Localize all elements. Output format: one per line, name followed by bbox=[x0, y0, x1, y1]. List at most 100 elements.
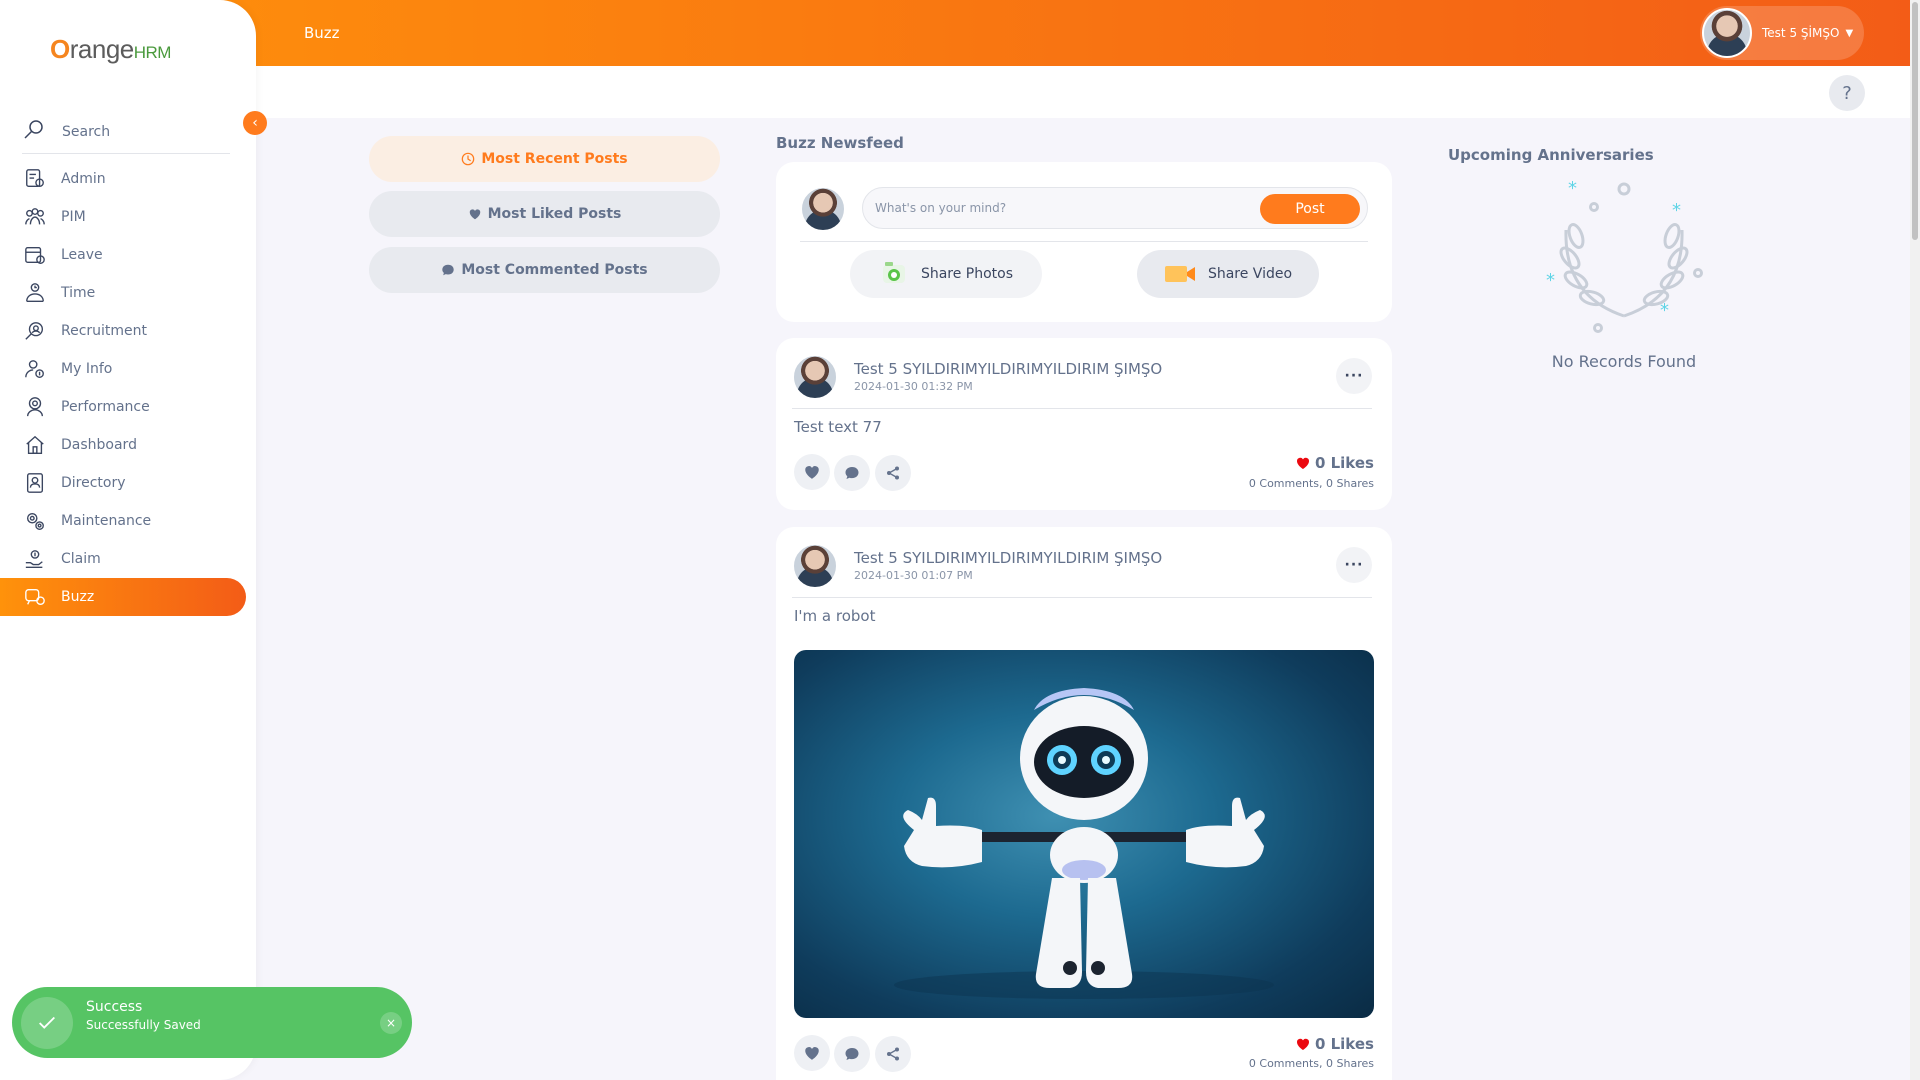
share-icon bbox=[887, 466, 899, 480]
page-scrollbar[interactable] bbox=[1910, 0, 1920, 1080]
sidebar-item-admin[interactable]: Admin bbox=[0, 160, 256, 198]
share-photos-label: Share Photos bbox=[920, 266, 1014, 282]
laurel-wreath-icon: * * * * bbox=[1546, 178, 1703, 333]
sidebar-search[interactable]: Search bbox=[22, 110, 230, 154]
help-button[interactable]: ? bbox=[1829, 75, 1865, 111]
post-stats: 0 Comments, 0 Shares bbox=[1248, 1057, 1374, 1070]
sidebar-item-pim[interactable]: PIM bbox=[0, 198, 256, 236]
main-menu: Admin PIM Leave Time Recruitment My Info… bbox=[0, 160, 256, 616]
svg-text:*: * bbox=[1660, 300, 1669, 321]
heart-icon bbox=[805, 1047, 819, 1060]
sidebar-item-directory[interactable]: Directory bbox=[0, 464, 256, 502]
share-photos-button[interactable]: Share Photos bbox=[850, 250, 1042, 298]
sidebar-item-leave[interactable]: Leave bbox=[0, 236, 256, 274]
user-avatar bbox=[1702, 8, 1752, 58]
sidebar-item-dashboard[interactable]: Dashboard bbox=[0, 426, 256, 464]
success-toast: Success Successfully Saved × bbox=[12, 987, 412, 1058]
most-commented-posts-label: Most Commented Posts bbox=[461, 262, 648, 278]
composer-avatar bbox=[800, 186, 846, 232]
toast-title: Success bbox=[86, 999, 143, 1015]
sub-header bbox=[256, 66, 1920, 118]
no-records-message: No Records Found bbox=[1551, 352, 1697, 371]
heart-icon bbox=[805, 466, 819, 479]
divider bbox=[792, 408, 1372, 409]
sidebar-collapse-button[interactable]: ‹ bbox=[243, 111, 267, 135]
post-input-placeholder: What's on your mind? bbox=[875, 201, 1007, 215]
sidebar-item-label: Maintenance bbox=[61, 513, 152, 529]
likes-label: 0 Likes bbox=[1314, 454, 1374, 472]
share-video-button[interactable]: Share Video bbox=[1137, 250, 1319, 298]
post-image[interactable] bbox=[794, 650, 1374, 1018]
buzz-icon bbox=[22, 584, 48, 610]
sidebar-item-label: Performance bbox=[61, 399, 150, 415]
search-label: Search bbox=[62, 123, 111, 140]
post-author: Test 5 SYILDIRIMYILDIRIMYILDIRIM ŞIMŞO bbox=[854, 360, 1163, 378]
anniversaries-title: Upcoming Anniversaries bbox=[1448, 146, 1654, 164]
like-button[interactable] bbox=[794, 454, 830, 490]
sidebar-item-label: Dashboard bbox=[61, 437, 137, 453]
sidebar-item-my-info[interactable]: My Info bbox=[0, 350, 256, 388]
sidebar-item-label: My Info bbox=[61, 361, 113, 377]
most-liked-posts-label: Most Liked Posts bbox=[487, 206, 622, 222]
post-input[interactable]: What's on your mind? Post bbox=[862, 187, 1368, 229]
comment-button[interactable] bbox=[834, 1036, 870, 1072]
sidebar-item-label: Admin bbox=[61, 171, 106, 187]
most-liked-posts-button[interactable]: Most Liked Posts bbox=[369, 191, 720, 237]
most-commented-posts-button[interactable]: Most Commented Posts bbox=[369, 247, 720, 293]
pim-icon bbox=[22, 204, 48, 230]
sidebar-item-buzz[interactable]: Buzz bbox=[0, 578, 246, 616]
comment-button[interactable] bbox=[834, 455, 870, 491]
sidebar-item-maintenance[interactable]: Maintenance bbox=[0, 502, 256, 540]
leave-icon bbox=[22, 242, 48, 268]
author-avatar bbox=[792, 543, 838, 589]
clock-icon bbox=[461, 152, 475, 166]
likes-count: 0 Likes bbox=[1295, 454, 1374, 472]
newsfeed-title: Buzz Newsfeed bbox=[776, 134, 904, 152]
scrollbar-thumb[interactable] bbox=[1912, 2, 1918, 240]
svg-text:*: * bbox=[1568, 178, 1577, 199]
comments-count[interactable]: 0 Comments bbox=[1249, 477, 1319, 490]
close-icon[interactable]: × bbox=[380, 1012, 402, 1034]
divider bbox=[800, 241, 1368, 242]
post-button[interactable]: Post bbox=[1260, 194, 1360, 224]
author-avatar bbox=[792, 354, 838, 400]
post-stats: 0 Comments, 0 Shares bbox=[1248, 477, 1374, 490]
share-button[interactable] bbox=[875, 1036, 911, 1072]
user-dropdown[interactable]: Test 5 ŞİMŞO ▼ bbox=[1700, 6, 1864, 60]
chevron-down-icon: ▼ bbox=[1845, 27, 1854, 39]
post-options-button[interactable]: ··· bbox=[1336, 358, 1372, 394]
post-card: Test 5 SYILDIRIMYILDIRIMYILDIRIM ŞIMŞO 2… bbox=[776, 527, 1392, 1080]
shares-count[interactable]: 0 Shares bbox=[1326, 477, 1374, 490]
divider bbox=[792, 597, 1372, 598]
time-icon bbox=[22, 280, 48, 306]
comments-count[interactable]: 0 Comments bbox=[1249, 1057, 1319, 1070]
sidebar-item-label: Recruitment bbox=[61, 323, 148, 339]
comment-icon bbox=[845, 467, 859, 479]
post-options-button[interactable]: ··· bbox=[1336, 547, 1372, 583]
video-camera-icon bbox=[1164, 263, 1196, 285]
like-button[interactable] bbox=[794, 1035, 830, 1071]
dashboard-icon bbox=[22, 432, 48, 458]
sidebar: OrangeHRM Search Admin PIM Leave Time Re… bbox=[0, 0, 256, 1080]
toast-message: Successfully Saved bbox=[86, 1018, 201, 1032]
heart-icon bbox=[1295, 455, 1311, 471]
likes-label: 0 Likes bbox=[1314, 1035, 1374, 1053]
directory-icon bbox=[22, 470, 48, 496]
sidebar-item-time[interactable]: Time bbox=[0, 274, 256, 312]
orangehrm-logo[interactable]: OrangeHRM bbox=[50, 34, 171, 65]
share-button[interactable] bbox=[875, 455, 911, 491]
sidebar-item-label: Time bbox=[61, 285, 96, 301]
admin-icon bbox=[22, 166, 48, 192]
sidebar-item-recruitment[interactable]: Recruitment bbox=[0, 312, 256, 350]
sidebar-item-claim[interactable]: Claim bbox=[0, 540, 256, 578]
share-video-label: Share Video bbox=[1207, 266, 1293, 282]
heart-icon bbox=[1295, 1036, 1311, 1052]
search-icon bbox=[22, 118, 46, 146]
likes-count: 0 Likes bbox=[1295, 1035, 1374, 1053]
sidebar-item-label: Leave bbox=[61, 247, 103, 263]
svg-text:*: * bbox=[1672, 200, 1681, 221]
shares-count[interactable]: 0 Shares bbox=[1326, 1057, 1374, 1070]
sidebar-item-performance[interactable]: Performance bbox=[0, 388, 256, 426]
most-recent-posts-label: Most Recent Posts bbox=[481, 151, 628, 167]
most-recent-posts-button[interactable]: Most Recent Posts bbox=[369, 136, 720, 182]
